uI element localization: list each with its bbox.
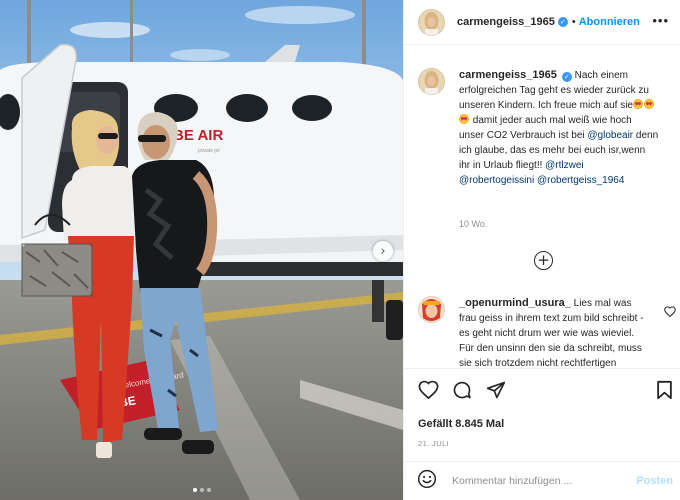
comment-text: _openurmind_usura_ Lies mal was frau gei… [459,296,649,368]
post-actions: Gefällt 8.845 Mal 21. JULI [404,368,680,460]
plane-tagline: private jet [198,148,220,154]
like-icon[interactable] [418,380,439,404]
header-username[interactable]: carmengeiss_1965 [457,16,555,28]
plane-brand-logo: BE AIR [173,127,223,144]
mention-link[interactable]: @robertgeiss_1964 [537,175,624,186]
comments-area[interactable]: carmengeiss_1965 ✓ Nach einem erfolgreich… [404,46,680,368]
carousel-dots [0,488,403,492]
comment-like-icon[interactable] [664,304,676,322]
avatar[interactable] [418,8,445,36]
caption-username[interactable]: carmengeiss_1965 [459,69,557,81]
mention-link[interactable]: @rtlzwei [545,160,584,171]
post-comment-button[interactable]: Posten [636,475,673,487]
verified-icon: ✓ [561,72,572,82]
caption-text: carmengeiss_1965 ✓ Nach einem erfolgreich… [459,68,659,188]
heart-eyes-emoji-icon [632,99,643,109]
comment-avatar[interactable] [418,296,445,323]
caption-timestamp[interactable]: 10 Wo. [459,219,487,229]
plus-icon: + [537,250,550,269]
caption-avatar[interactable] [418,68,445,95]
comment-input[interactable] [452,475,632,487]
post-side-panel: carmengeiss_1965 ✓ • Abonnieren ••• carm… [403,0,680,500]
post-photo[interactable]: BE AIR private jet Welcome on board BE › [0,0,403,500]
mention-link[interactable]: @robertogeissini [459,175,534,186]
comment-username[interactable]: _openurmind_usura_ [459,297,571,309]
add-comment-bar: Posten [404,461,680,500]
heart-eyes-emoji-icon [643,99,654,109]
verified-icon: ✓ [557,17,568,27]
photo-scene: BE AIR private jet Welcome on board BE [0,0,403,500]
load-more-comments-button[interactable]: + [534,251,553,270]
post-caption: carmengeiss_1965 ✓ Nach einem erfolgreich… [418,68,673,188]
comment-item: _openurmind_usura_ Lies mal was frau gei… [418,296,673,368]
comment-icon[interactable] [452,380,472,405]
follow-button[interactable]: Abonnieren [579,16,640,28]
post-header: carmengeiss_1965 ✓ • Abonnieren ••• [404,0,680,45]
mention-link[interactable]: @globeair [587,130,633,141]
carousel-dot [206,488,211,492]
separator-dot: • [571,16,576,28]
post-date[interactable]: 21. JULI [418,439,449,448]
carousel-dot [192,488,197,492]
carousel-next-button[interactable]: › [373,241,393,261]
carousel-dot [199,488,204,492]
heart-eyes-emoji-icon [459,114,469,124]
more-options-icon[interactable]: ••• [652,13,669,28]
save-bookmark-icon[interactable] [656,380,673,405]
chevron-right-icon: › [380,243,386,259]
emoji-icon[interactable] [417,469,437,494]
share-icon[interactable] [486,380,506,405]
likes-count[interactable]: Gefällt 8.845 Mal [418,418,504,430]
